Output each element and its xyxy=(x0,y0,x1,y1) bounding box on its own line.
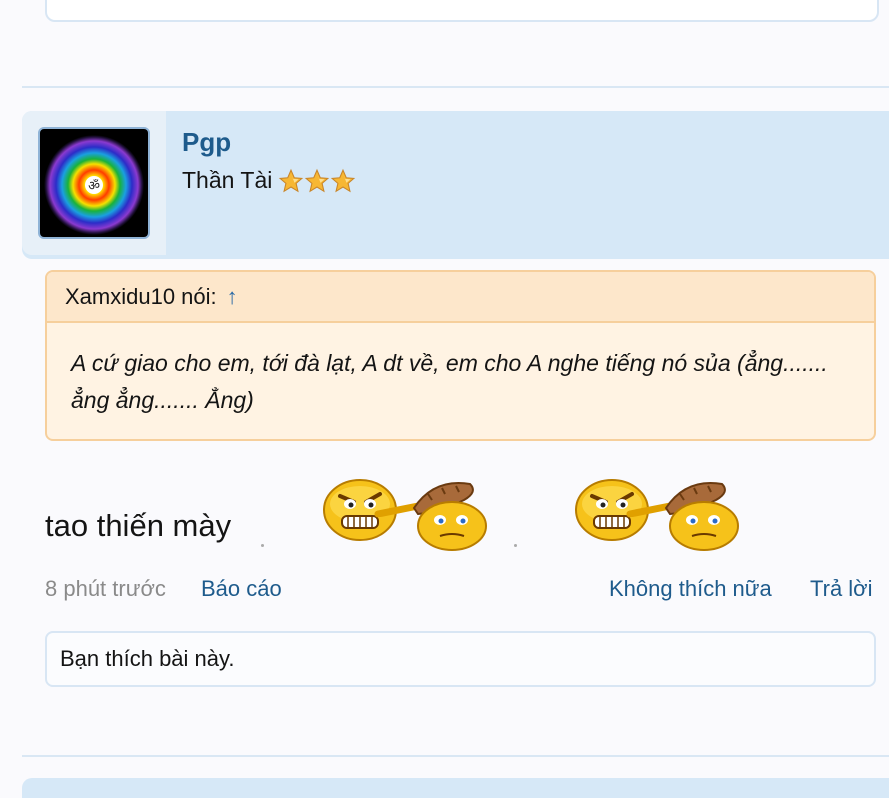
spacer-dot xyxy=(261,544,264,547)
username-link[interactable]: Pgp xyxy=(182,127,231,158)
star-icon xyxy=(305,168,330,192)
quote-block: Xamxidu10 nói: ↑ A cứ giao cho em, tới đ… xyxy=(45,270,876,441)
quote-header: Xamxidu10 nói: ↑ xyxy=(47,272,874,323)
avatar-panel: ॐ xyxy=(22,111,166,255)
likes-summary: Bạn thích bài này. xyxy=(45,631,876,687)
star-icon xyxy=(331,168,356,192)
next-post-header xyxy=(22,778,889,798)
previous-post-cut-text xyxy=(47,0,877,4)
quote-jump-arrow-icon[interactable]: ↑ xyxy=(227,284,238,310)
spacer-dot xyxy=(514,544,517,547)
message-text: tao thiến mày xyxy=(45,508,232,543)
club-smiley-icon xyxy=(570,474,746,559)
unlike-link[interactable]: Không thích nữa xyxy=(609,576,772,602)
quote-author: Xamxidu10 nói: xyxy=(65,283,217,309)
post-time[interactable]: 8 phút trước xyxy=(45,576,166,602)
svg-text:ॐ: ॐ xyxy=(88,179,100,194)
club-smiley-icon xyxy=(318,474,494,559)
om-rainbow-icon: ॐ xyxy=(42,131,146,235)
user-title: Thần Tài xyxy=(182,167,356,194)
avatar[interactable]: ॐ xyxy=(38,127,150,239)
report-link[interactable]: Báo cáo xyxy=(201,576,282,602)
likes-summary-text: Bạn thích bài này. xyxy=(60,646,235,671)
star-icon xyxy=(279,168,304,192)
previous-post-box xyxy=(45,0,879,22)
post-separator xyxy=(22,755,889,757)
post-author-header: ॐ Pgp Thần Tài xyxy=(22,111,889,259)
rank-stars xyxy=(278,168,356,194)
user-title-text: Thần Tài xyxy=(182,167,273,193)
post-separator xyxy=(22,86,889,88)
reply-link[interactable]: Trả lời xyxy=(810,576,873,602)
quote-text: A cứ giao cho em, tới đà lạt, A dt về, e… xyxy=(71,350,828,413)
